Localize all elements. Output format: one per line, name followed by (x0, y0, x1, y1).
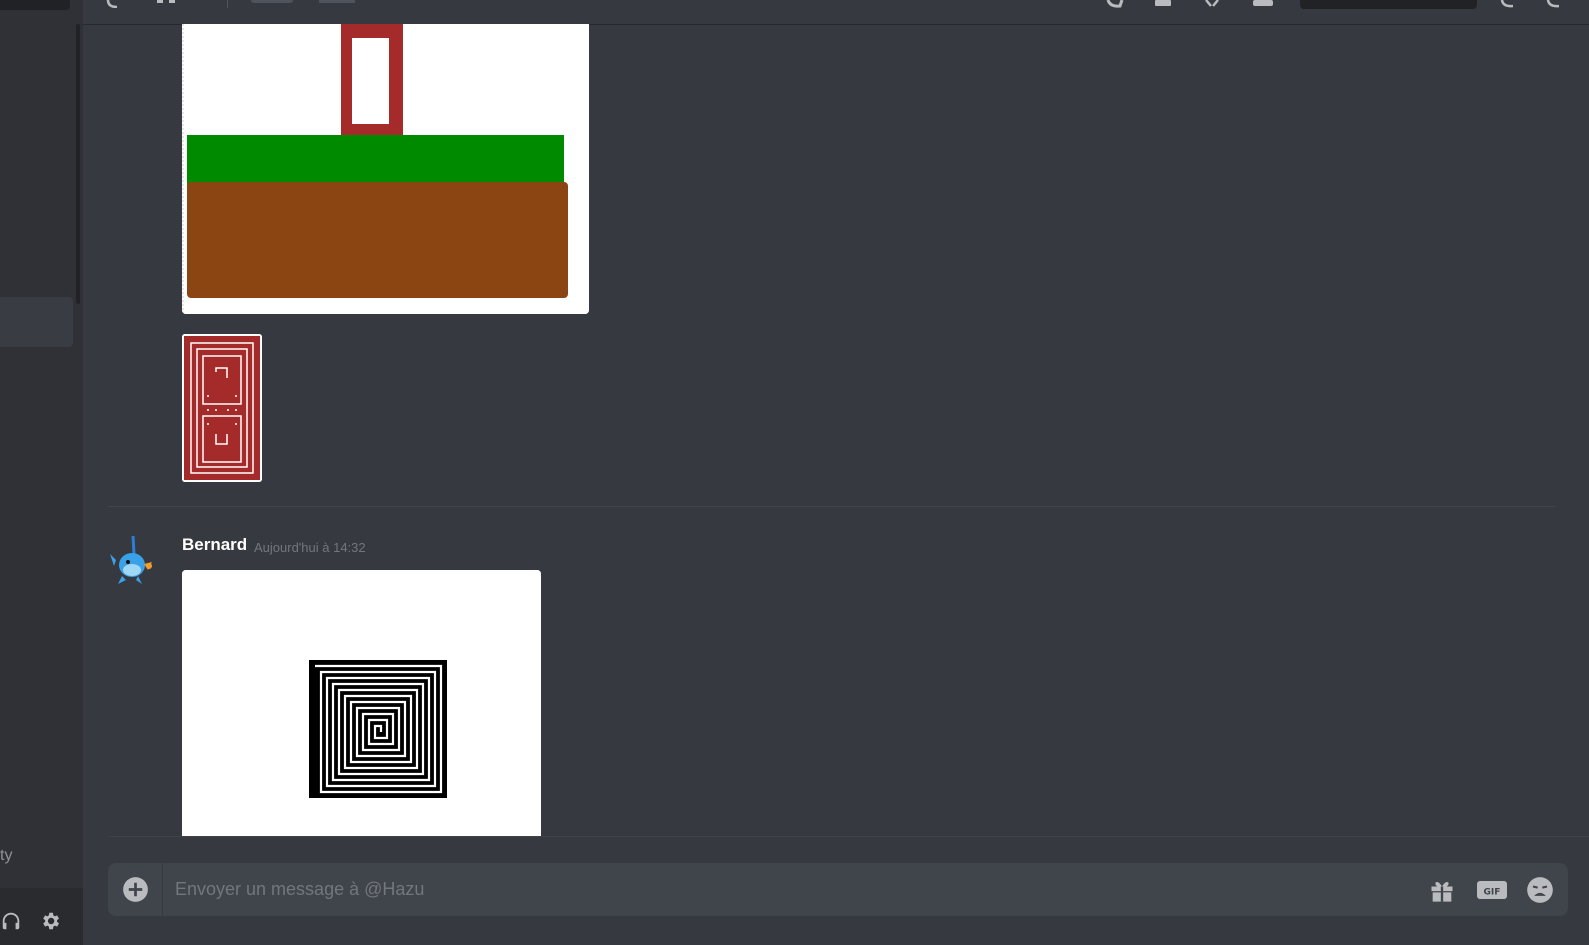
spiral-image (182, 570, 541, 836)
sidebar-search-box[interactable] (0, 0, 70, 10)
emoji-icon[interactable] (1525, 876, 1555, 904)
toolbar-tab-2[interactable] (319, 0, 355, 3)
gif-icon[interactable]: GIF (1476, 876, 1508, 904)
help-icon[interactable] (1545, 0, 1567, 8)
search-input[interactable] (1300, 0, 1477, 9)
toolbar-tab[interactable] (251, 0, 293, 3)
close-icon[interactable] (1203, 0, 1223, 8)
video-icon[interactable] (155, 0, 185, 8)
message-composer: GIF (108, 863, 1568, 916)
gear-icon[interactable] (39, 910, 61, 932)
svg-text:GIF: GIF (1484, 888, 1501, 898)
image-attachment-platform[interactable] (182, 24, 589, 314)
image-attachment-spiral[interactable] (182, 570, 541, 836)
add-member-icon[interactable] (1153, 0, 1175, 8)
image-attachment-door[interactable] (182, 334, 262, 482)
call-icon[interactable] (105, 0, 125, 8)
message-divider (108, 506, 1555, 507)
gift-icon[interactable] (1428, 876, 1456, 904)
toolbar-divider (227, 0, 228, 8)
inbox-icon[interactable] (1499, 0, 1521, 8)
message-author[interactable]: Bernard (182, 535, 247, 555)
sidebar-partial-label: ty (0, 847, 13, 864)
composer-separator (162, 863, 163, 916)
top-toolbar (83, 0, 1589, 24)
door-image (182, 334, 262, 482)
channel-sidebar: ty (0, 0, 83, 945)
headphones-icon[interactable] (0, 910, 22, 932)
message-input[interactable] (175, 863, 1405, 916)
avatar[interactable] (108, 532, 154, 586)
platform-image (182, 24, 589, 314)
add-circle-icon[interactable] (122, 876, 149, 903)
pinned-icon[interactable] (1104, 0, 1126, 8)
message-timestamp: Aujourd'hui à 14:32 (254, 540, 366, 555)
selected-dm-item[interactable] (0, 297, 73, 347)
sidebar-scrollbar[interactable] (76, 24, 80, 304)
profile-icon[interactable] (1251, 0, 1275, 8)
composer-divider (108, 836, 1589, 837)
